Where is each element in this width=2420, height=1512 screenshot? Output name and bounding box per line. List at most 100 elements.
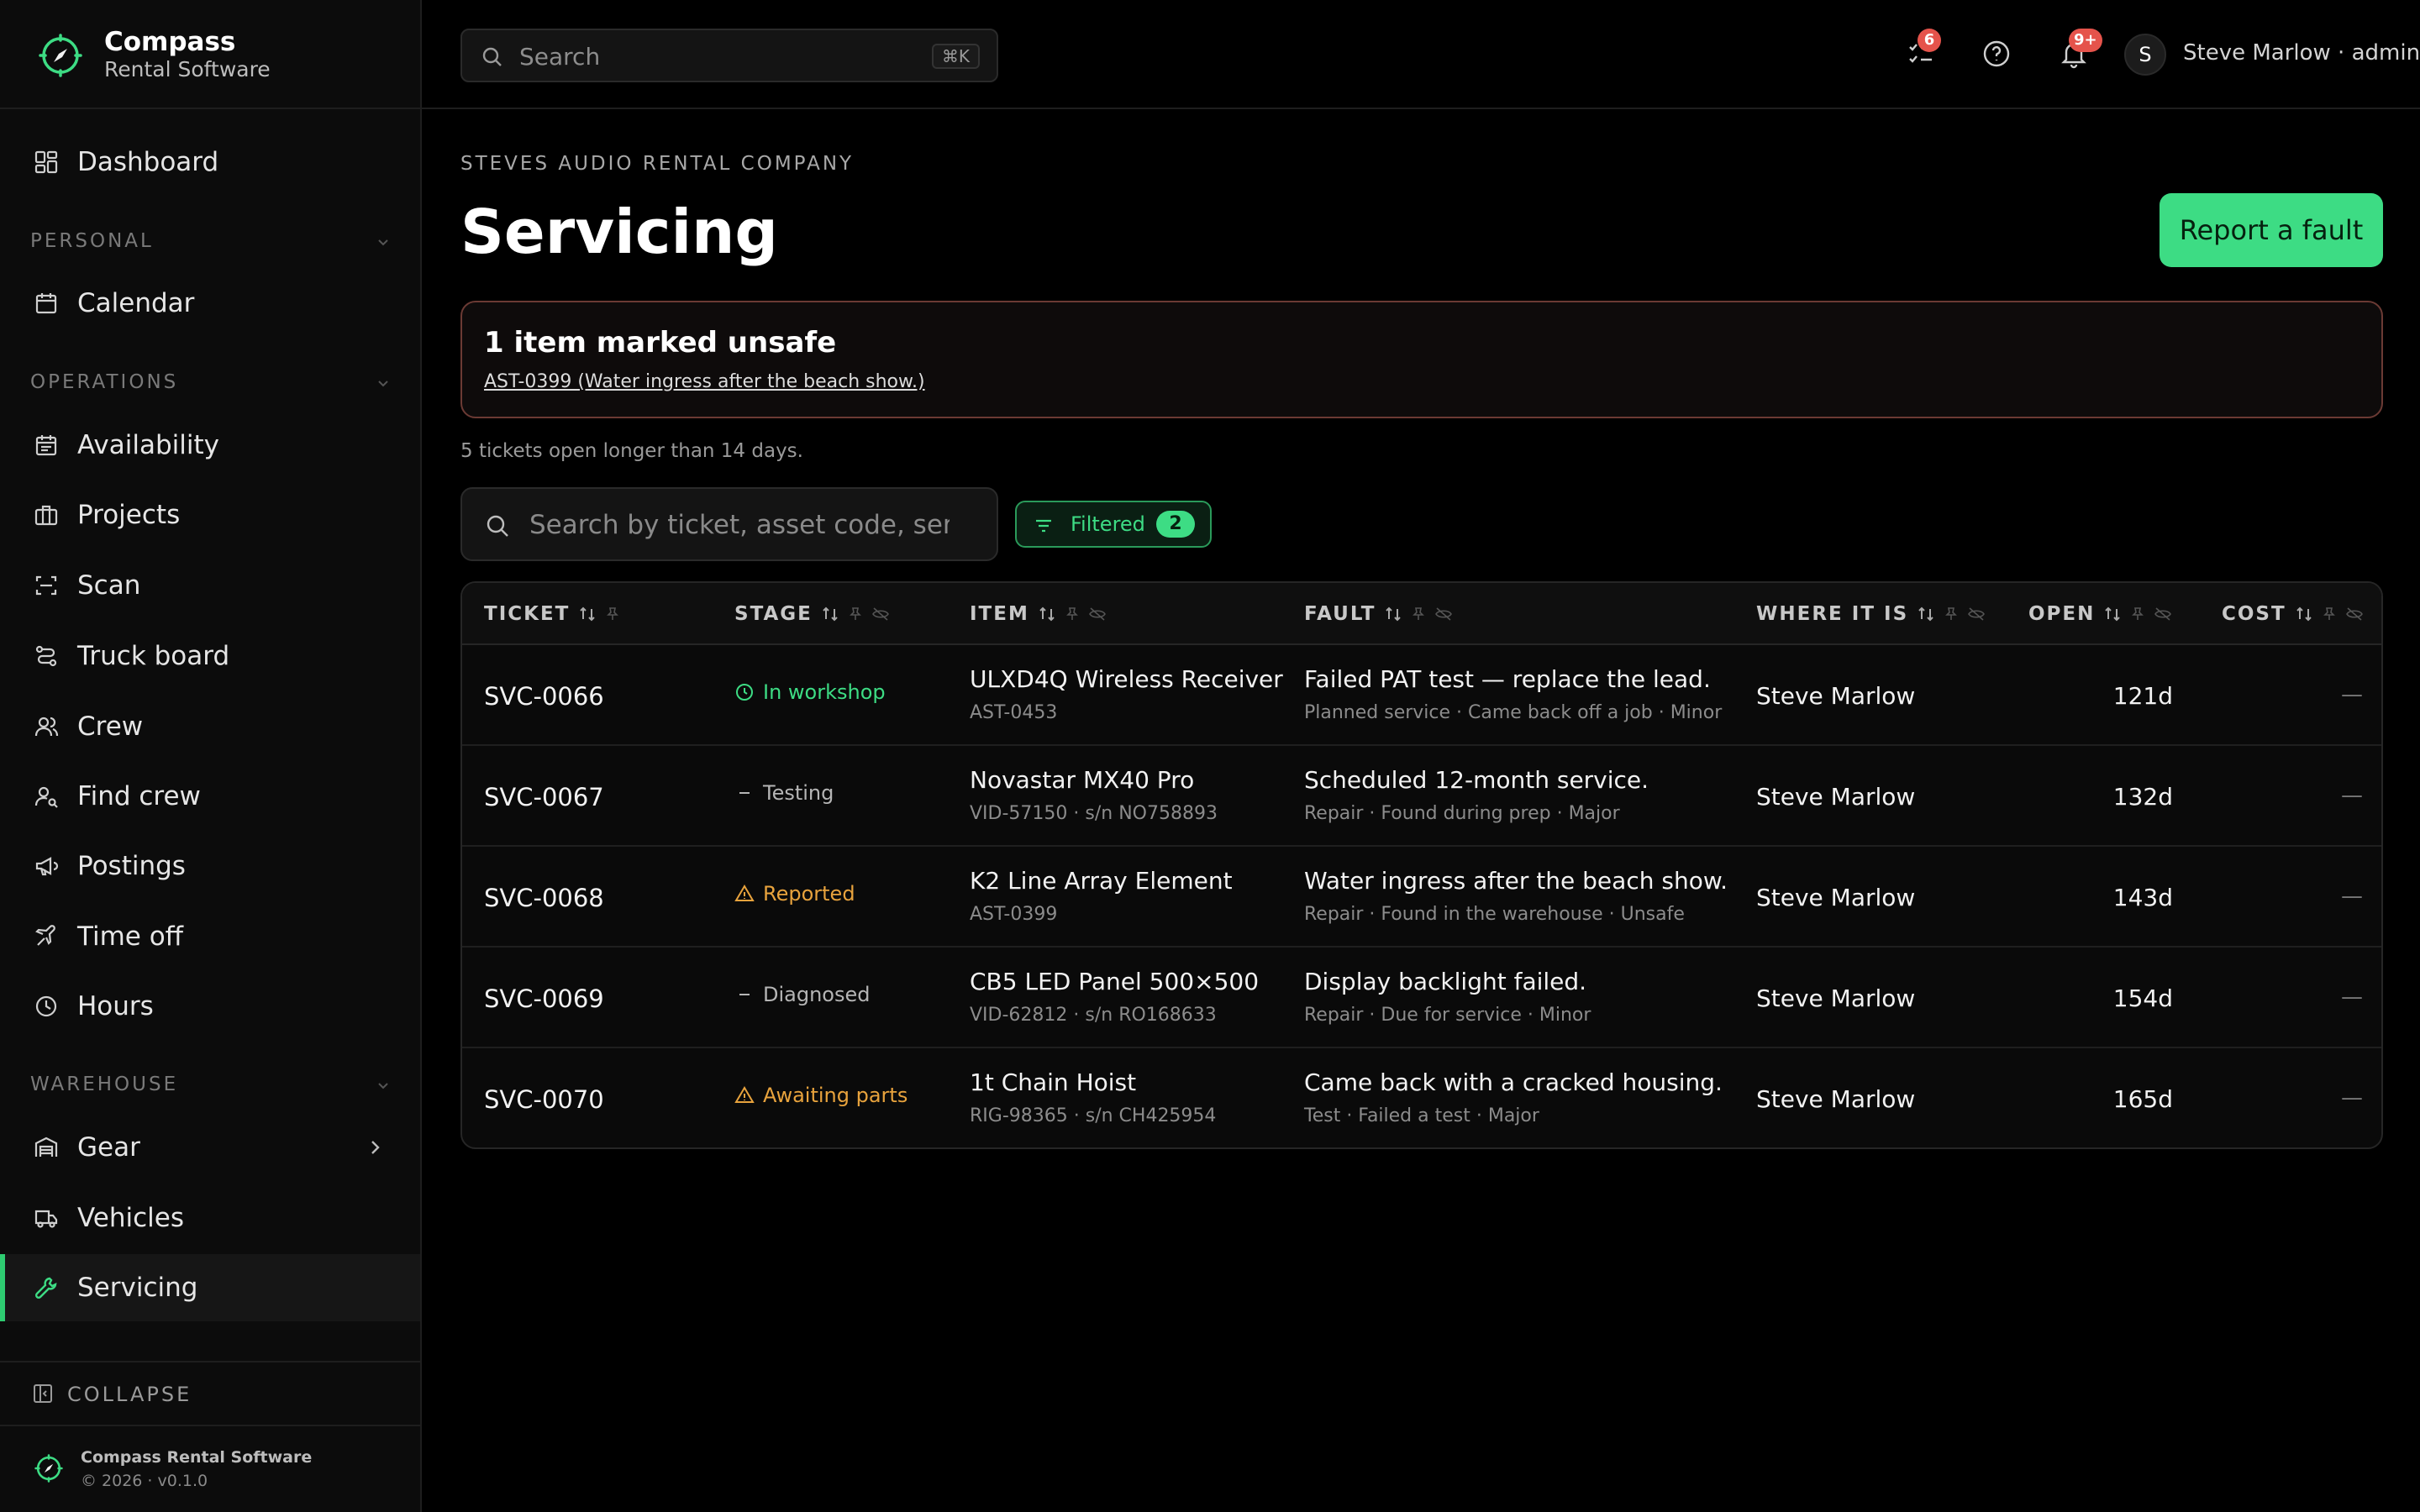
brand[interactable]: Compass Rental Software (0, 0, 420, 109)
fault-meta: Planned service · Came back off a job · … (1304, 702, 1723, 723)
open-duration: 132d (2112, 783, 2173, 811)
sidebar-item-find-crew[interactable]: Find crew (0, 763, 420, 830)
column-header-stage[interactable]: STAGE (734, 601, 890, 627)
dash-status-icon (739, 792, 750, 794)
pin-icon[interactable] (1411, 606, 1426, 622)
ticket-id[interactable]: SVC-0070 (484, 1085, 604, 1114)
sort-icon[interactable] (2295, 605, 2313, 623)
sidebar-item-vehicles[interactable]: Vehicles (0, 1184, 420, 1252)
pin-icon[interactable] (1065, 606, 1080, 622)
collapse-button[interactable]: COLLAPSE (0, 1361, 420, 1426)
search-icon (482, 47, 502, 66)
filter-button[interactable]: Filtered 2 (1015, 501, 1212, 548)
column-header-open[interactable]: OPEN (2028, 601, 2172, 627)
sidebar-item-label: Availability (77, 430, 219, 460)
alert-asset-link[interactable]: AST-0399 (Water ingress after the beach … (484, 371, 925, 392)
column-header-fault[interactable]: FAULT (1304, 601, 1453, 627)
ticket-id[interactable]: SVC-0067 (484, 783, 604, 811)
sidebar-item-dashboard[interactable]: Dashboard (0, 129, 420, 196)
hide-column-icon[interactable] (1434, 606, 1453, 622)
ticket-search-input[interactable] (529, 504, 950, 546)
ticket-id[interactable]: SVC-0068 (484, 884, 604, 912)
item-code: VID-57150 · s/n NO758893 (970, 803, 1218, 824)
hide-column-icon[interactable] (1088, 606, 1107, 622)
sort-icon[interactable] (578, 605, 597, 623)
sidebar-item-scan[interactable]: Scan (0, 552, 420, 619)
tasks-badge: 6 (1918, 29, 1941, 52)
chevron-right-icon (371, 1141, 380, 1154)
search-placeholder: Search (519, 43, 601, 71)
fault-meta: Repair · Due for service · Minor (1304, 1005, 1591, 1026)
pin-icon[interactable] (2322, 606, 2337, 622)
sidebar-item-calendar[interactable]: Calendar (0, 270, 420, 337)
pin-icon[interactable] (605, 606, 620, 622)
pin-icon[interactable] (1944, 606, 1959, 622)
table-row[interactable]: SVC-0069 Diagnosed CB5 LED Panel 500×500… (462, 948, 2381, 1048)
fault-description: Water ingress after the beach show. (1304, 867, 1728, 895)
report-fault-button[interactable]: Report a fault (2160, 193, 2383, 267)
calendar-icon (35, 293, 57, 314)
sidebar-item-crew[interactable]: Crew (0, 693, 420, 760)
hide-column-icon[interactable] (2345, 606, 2364, 622)
pin-icon[interactable] (2130, 606, 2145, 622)
section-warehouse[interactable]: WAREHOUSE (30, 1068, 392, 1102)
column-header-cost[interactable]: COST (2222, 601, 2364, 627)
user-menu[interactable]: Steve Marlow · admin (2183, 40, 2420, 66)
pin-icon[interactable] (848, 606, 863, 622)
sort-icon[interactable] (1038, 605, 1056, 623)
section-personal[interactable]: PERSONAL (30, 225, 392, 259)
avatar[interactable]: S (2124, 34, 2166, 76)
sidebar-item-hours[interactable]: Hours (0, 973, 420, 1040)
section-label: PERSONAL (30, 230, 154, 252)
warehouse-icon (34, 1137, 58, 1157)
sort-icon[interactable] (821, 605, 839, 623)
sidebar-item-label: Scan (77, 570, 141, 601)
hide-column-icon[interactable] (1967, 606, 1986, 622)
page-title: Servicing (460, 197, 778, 267)
sidebar-item-gear[interactable]: Gear (0, 1114, 420, 1181)
sort-icon[interactable] (1384, 605, 1402, 623)
sidebar-item-projects[interactable]: Projects (0, 481, 420, 549)
sort-icon[interactable] (1917, 605, 1935, 623)
panel-collapse-icon (34, 1384, 52, 1403)
table-row[interactable]: SVC-0068 Reported K2 Line Array Element … (462, 847, 2381, 948)
help-icon[interactable] (1981, 39, 2012, 69)
item-name: Novastar MX40 Pro (970, 766, 1195, 794)
column-header-item[interactable]: ITEM (970, 601, 1107, 627)
alert-title: 1 item marked unsafe (484, 326, 837, 360)
ticket-id[interactable]: SVC-0069 (484, 984, 604, 1013)
sort-icon[interactable] (2103, 605, 2122, 623)
ticket-search[interactable] (460, 487, 998, 561)
search-shortcut: ⌘K (931, 44, 980, 69)
stage-badge: Awaiting parts (734, 1084, 908, 1107)
unsafe-alert: 1 item marked unsafe AST-0399 (Water ing… (460, 301, 2383, 418)
column-header-where[interactable]: WHERE IT IS (1756, 601, 1986, 627)
ticket-id[interactable]: SVC-0066 (484, 682, 604, 711)
stage-badge: Diagnosed (734, 983, 871, 1006)
sidebar-item-servicing[interactable]: Servicing (0, 1254, 420, 1321)
item-code: VID-62812 · s/n RO168633 (970, 1005, 1217, 1026)
fault-description: Scheduled 12-month service. (1304, 766, 1649, 794)
table-row[interactable]: SVC-0066 In workshop ULXD4Q Wireless Rec… (462, 645, 2381, 746)
column-header-ticket[interactable]: TICKET (484, 601, 620, 627)
stage-badge: In workshop (734, 680, 886, 704)
fault-description: Failed PAT test — replace the lead. (1304, 665, 1711, 693)
sidebar-item-label: Time off (77, 921, 184, 952)
hide-column-icon[interactable] (2154, 606, 2172, 622)
sidebar-item-postings[interactable]: Postings (0, 832, 420, 900)
sidebar-item-time-off[interactable]: Time off (0, 903, 420, 970)
sidebar-item-truck-board[interactable]: Truck board (0, 622, 420, 690)
notifications-badge: 9+ (2069, 29, 2102, 52)
calendar-check-icon (35, 435, 57, 456)
global-search-input[interactable]: Search ⌘K (460, 29, 998, 82)
location: Steve Marlow (1756, 1085, 1916, 1113)
hide-column-icon[interactable] (871, 606, 890, 622)
table-row[interactable]: SVC-0070 Awaiting parts 1t Chain Hoist R… (462, 1048, 2381, 1147)
sidebar-item-label: Dashboard (77, 147, 219, 177)
location: Steve Marlow (1756, 682, 1916, 710)
sidebar-item-label: Postings (77, 851, 186, 881)
sidebar-item-availability[interactable]: Availability (0, 412, 420, 479)
section-operations[interactable]: OPERATIONS (30, 366, 392, 400)
table-row[interactable]: SVC-0067 Testing Novastar MX40 Pro VID-5… (462, 746, 2381, 847)
search-icon (487, 515, 508, 537)
